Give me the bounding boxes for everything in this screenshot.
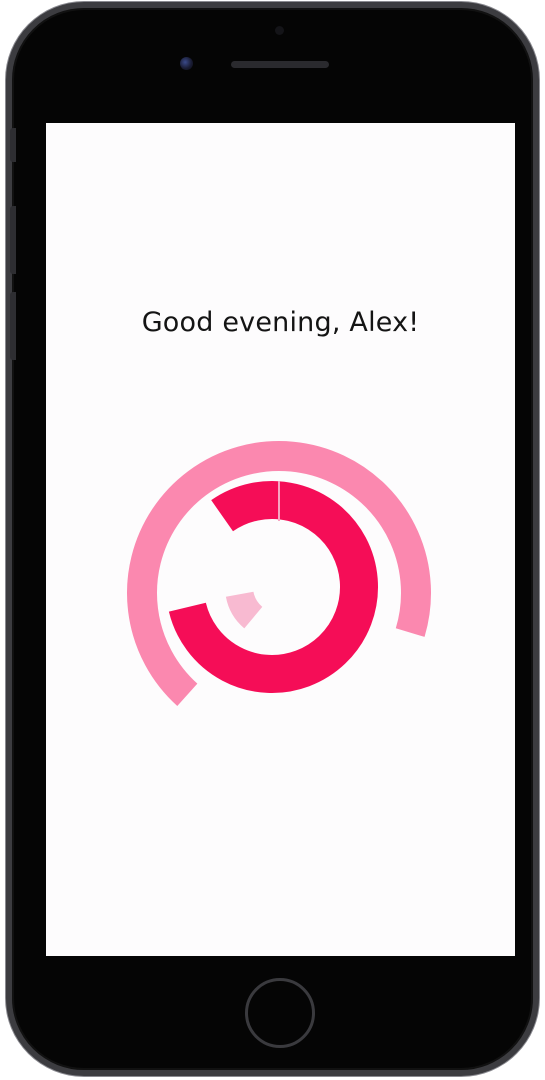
activity-rings	[127, 441, 431, 706]
home-button-icon[interactable]	[245, 978, 315, 1048]
app-screen: Good evening, Alex!	[46, 123, 515, 956]
volume-down-button	[10, 292, 16, 360]
proximity-sensor	[275, 26, 284, 35]
front-camera-icon	[180, 57, 193, 70]
middle-ring	[168, 481, 378, 693]
earpiece-speaker	[231, 61, 329, 68]
inner-ring	[225, 590, 263, 629]
mute-switch	[10, 128, 16, 162]
volume-up-button	[10, 206, 16, 274]
